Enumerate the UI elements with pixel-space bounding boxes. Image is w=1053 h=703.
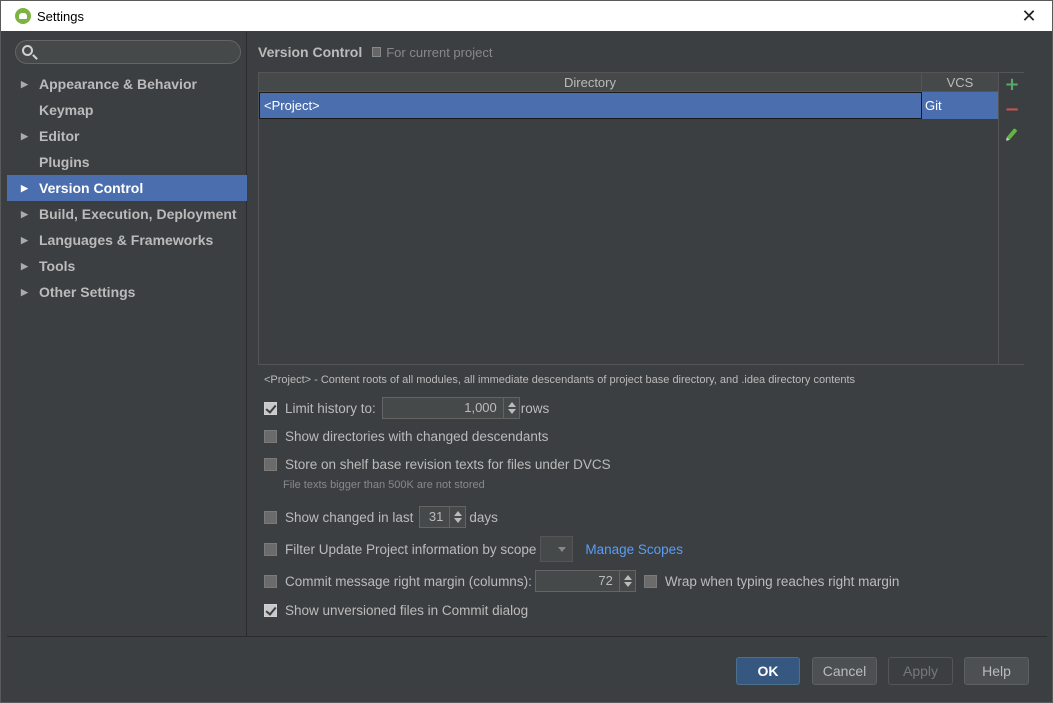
sidebar-item-build-execution-deployment[interactable]: ▶ Build, Execution, Deployment [7,201,247,227]
history-limit-stepper[interactable]: 1,000 [381,397,520,419]
close-icon[interactable]: ✕ [1018,5,1040,27]
page-title: Version Control [258,44,363,60]
directory-cell[interactable]: <Project> [259,92,922,119]
settings-window: Settings ✕ ▶ Appearance & Behavior Keyma… [0,0,1053,703]
expand-arrow-icon[interactable]: ▶ [7,79,39,90]
table-header: Directory VCS [259,73,998,92]
margin-value: 72 [598,573,613,588]
settings-sidebar: ▶ Appearance & Behavior Keymap ▶ Editor … [7,32,247,636]
spinner-arrows-icon[interactable] [618,571,635,591]
store-shelf-checkbox[interactable] [264,458,277,471]
show-dirs-checkbox[interactable] [264,430,277,443]
expand-arrow-icon[interactable]: ▶ [7,131,39,142]
sidebar-item-version-control[interactable]: ▶ Version Control [7,175,247,201]
commit-margin-label: Commit message right margin (columns): [285,573,532,589]
page-header: Version Control For current project [258,44,492,60]
show-unversioned-option: Show unversioned files in Commit dialog [264,603,528,618]
settings-nav: ▶ Appearance & Behavior Keymap ▶ Editor … [7,71,247,305]
settings-content: Version Control For current project Dire… [248,32,1048,636]
sidebar-item-other-settings[interactable]: ▶ Other Settings [7,279,247,305]
apply-button[interactable]: Apply [888,657,953,685]
sidebar-item-label: Version Control [39,180,144,196]
commit-margin-checkbox[interactable] [264,574,277,588]
sidebar-item-label: Editor [39,128,80,144]
sidebar-item-appearance-behavior[interactable]: ▶ Appearance & Behavior [7,71,247,97]
manage-scopes-link[interactable]: Manage Scopes [585,542,683,557]
ok-button[interactable]: OK [736,657,800,685]
title-bar: Settings ✕ [1,1,1052,31]
project-root-note: <Project> - Content roots of all modules… [264,374,856,386]
project-scope-icon [372,47,382,57]
add-icon[interactable]: + [1003,74,1021,95]
sidebar-item-label: Plugins [39,154,90,170]
sidebar-item-label: Keymap [39,102,94,118]
show-changed-label: Show changed in last [285,509,414,525]
sidebar-item-label: Build, Execution, Deployment [39,206,237,222]
help-button[interactable]: Help [964,657,1029,685]
filter-update-checkbox[interactable] [264,542,277,556]
expand-arrow-icon[interactable]: ▶ [7,235,39,246]
limit-history-checkbox[interactable] [264,401,277,415]
table-row[interactable]: <Project> Git [259,92,998,119]
spinner-arrows-icon[interactable] [449,507,466,527]
sidebar-item-label: Appearance & Behavior [39,76,197,92]
expand-arrow-icon[interactable]: ▶ [7,287,39,298]
android-studio-icon [15,8,31,24]
sidebar-item-plugins[interactable]: Plugins [7,149,247,175]
vcs-mappings-table: Directory VCS <Project> Git + − [258,72,1024,365]
show-unversioned-label: Show unversioned files in Commit dialog [285,603,529,618]
column-header-directory[interactable]: Directory [259,73,922,91]
sidebar-item-editor[interactable]: ▶ Editor [7,123,247,149]
footer-divider [7,636,1047,637]
edit-pencil-icon[interactable] [1003,125,1021,143]
days-value: 31 [428,509,444,524]
scope-dropdown[interactable] [540,536,574,562]
wrap-label: Wrap when typing reaches right margin [664,573,900,589]
table-toolbar: + − [998,73,1024,364]
wrap-checkbox[interactable] [643,574,657,588]
remove-icon[interactable]: − [1003,99,1021,120]
show-changed-checkbox[interactable] [264,510,277,524]
rows-label: rows [520,400,550,416]
limit-history-label: Limit history to: [285,400,376,416]
days-label: days [469,509,498,525]
history-limit-value: 1,000 [464,400,497,415]
sidebar-item-languages-frameworks[interactable]: ▶ Languages & Frameworks [7,227,247,253]
store-shelf-option: Store on shelf base revision texts for f… [264,457,611,472]
spinner-arrows-icon[interactable] [502,398,519,418]
shelf-size-note: File texts bigger than 500K are not stor… [283,479,485,491]
sidebar-item-label: Other Settings [39,284,136,300]
window-title: Settings [37,8,84,24]
vcs-cell[interactable]: Git [922,92,998,119]
sidebar-item-label: Tools [39,258,76,274]
filter-update-label: Filter Update Project information by sco… [285,541,537,557]
sidebar-item-tools[interactable]: ▶ Tools [7,253,247,279]
expand-arrow-icon[interactable]: ▶ [7,261,39,272]
store-shelf-label: Store on shelf base revision texts for f… [285,457,611,472]
search-input[interactable] [38,43,234,61]
search-box[interactable] [15,40,241,64]
sidebar-item-label: Languages & Frameworks [39,232,214,248]
show-unversioned-checkbox[interactable] [264,604,277,617]
expand-arrow-icon[interactable]: ▶ [7,183,39,194]
cancel-button[interactable]: Cancel [812,657,877,685]
show-dirs-label: Show directories with changed descendant… [285,429,549,444]
margin-stepper[interactable]: 72 [534,570,636,592]
limit-history-option: Limit history to: 1,000 rows [264,397,549,419]
days-stepper[interactable]: 31 [419,506,467,528]
expand-arrow-icon[interactable]: ▶ [7,209,39,220]
commit-margin-option: Commit message right margin (columns): 7… [264,570,899,592]
search-icon [22,45,33,56]
filter-update-option: Filter Update Project information by sco… [264,536,683,562]
sidebar-item-keymap[interactable]: Keymap [7,97,247,123]
scope-note: For current project [386,44,493,60]
show-changed-option: Show changed in last 31 days [264,506,498,528]
column-header-vcs[interactable]: VCS [922,73,998,91]
show-dirs-option: Show directories with changed descendant… [264,429,548,444]
